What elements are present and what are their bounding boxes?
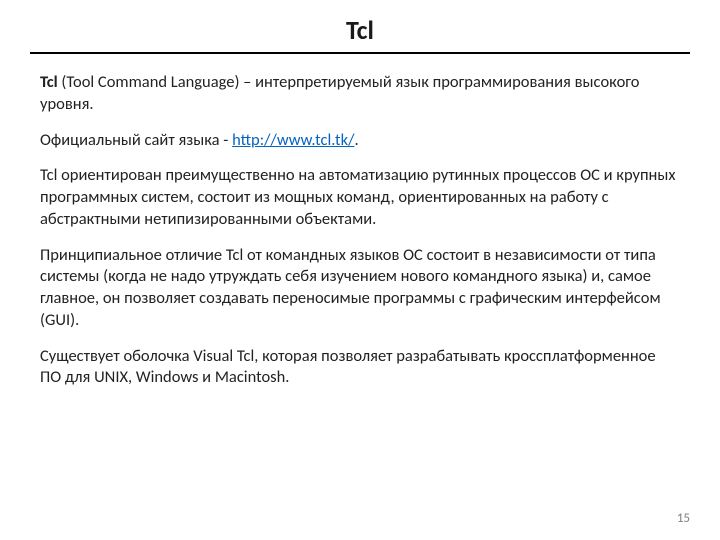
p2-after: .	[354, 130, 358, 150]
p1-rest: (Tool Command Language) – интерпретируем…	[40, 72, 640, 114]
paragraph-5: Существует оболочка Visual Tcl, которая …	[40, 346, 680, 390]
paragraph-4: Принципиальное отличие Tcl от командных …	[40, 245, 680, 332]
paragraph-2: Официальный сайт языка - http://www.tcl.…	[40, 130, 680, 152]
tcl-bold: Tcl	[40, 72, 58, 92]
p2-before: Официальный сайт языка -	[40, 130, 232, 150]
page-title: Tcl	[0, 0, 720, 52]
paragraph-1: Tcl (Tool Command Language) – интерпрети…	[40, 72, 680, 116]
content-area: Tcl (Tool Command Language) – интерпрети…	[0, 54, 720, 389]
paragraph-3: Tcl ориентирован преимущественно на авто…	[40, 165, 680, 230]
tcl-link[interactable]: http://www.tcl.tk/	[232, 130, 354, 150]
page-number: 15	[677, 511, 690, 526]
